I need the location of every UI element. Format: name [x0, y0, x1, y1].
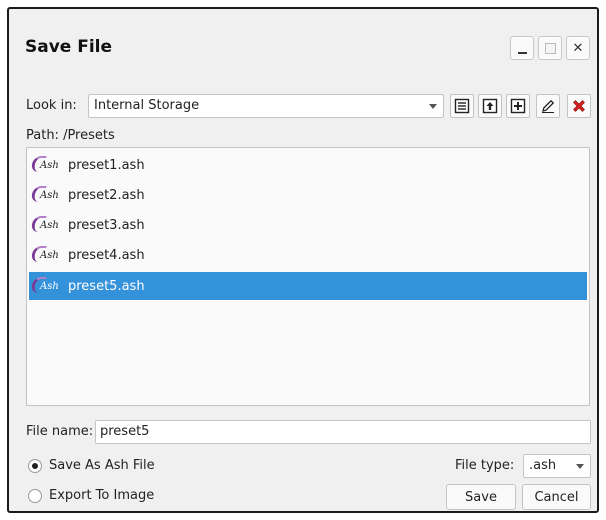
file-type-dropdown[interactable]: .ash	[523, 454, 591, 478]
chevron-down-icon	[429, 104, 437, 109]
file-type-label: File type:	[455, 458, 515, 473]
export-to-image-label[interactable]: Export To Image	[49, 488, 154, 503]
file-name-text: preset1.ash	[68, 157, 145, 173]
minimize-button[interactable]	[510, 36, 534, 60]
rename-button[interactable]	[536, 94, 560, 118]
new-folder-icon	[510, 98, 526, 114]
list-view-icon	[454, 98, 470, 114]
list-view-button[interactable]	[450, 94, 474, 118]
look-in-dropdown[interactable]: Internal Storage	[88, 94, 444, 118]
file-name-text: preset4.ash	[68, 247, 145, 263]
file-name-text: preset5.ash	[68, 278, 145, 294]
maximize-icon	[545, 43, 556, 54]
save-file-dialog: Save File ✕ Look in: Internal Storage Pa…	[7, 7, 599, 513]
file-item-preset2[interactable]: Ash preset2.ash	[29, 181, 587, 209]
ash-file-icon: Ash	[30, 276, 62, 296]
current-path: Path: /Presets	[26, 128, 115, 143]
minimize-icon	[518, 52, 527, 54]
file-list[interactable]: Ash preset1.ash Ash preset2.ash Ash pres…	[26, 147, 590, 406]
file-item-preset3[interactable]: Ash preset3.ash	[29, 211, 587, 239]
close-icon: ✕	[572, 40, 584, 56]
rename-pencil-icon	[542, 99, 555, 113]
save-as-ash-radio[interactable]	[28, 459, 42, 473]
parent-folder-icon	[482, 98, 498, 114]
look-in-label: Look in:	[26, 98, 77, 113]
file-item-preset4[interactable]: Ash preset4.ash	[29, 241, 587, 269]
export-to-image-radio[interactable]	[28, 489, 42, 503]
ash-file-icon: Ash	[30, 155, 62, 175]
file-item-preset5[interactable]: Ash preset5.ash	[29, 272, 587, 300]
delete-icon	[573, 100, 585, 112]
parent-folder-button[interactable]	[478, 94, 502, 118]
cancel-button[interactable]: Cancel	[522, 484, 591, 510]
ash-file-icon: Ash	[30, 245, 62, 265]
file-name-text: preset2.ash	[68, 187, 145, 203]
file-name-input[interactable]: preset5	[95, 420, 591, 444]
look-in-value: Internal Storage	[94, 98, 200, 113]
ash-file-icon: Ash	[30, 215, 62, 235]
maximize-button[interactable]	[538, 36, 562, 60]
delete-button[interactable]	[567, 94, 591, 118]
file-type-value: .ash	[529, 458, 557, 473]
file-name-text: preset3.ash	[68, 217, 145, 233]
new-folder-button[interactable]	[506, 94, 530, 118]
save-as-ash-label[interactable]: Save As Ash File	[49, 458, 155, 473]
chevron-down-icon	[576, 464, 584, 469]
file-name-label: File name:	[26, 424, 94, 439]
close-button[interactable]: ✕	[566, 36, 590, 60]
file-item-preset1[interactable]: Ash preset1.ash	[29, 151, 587, 179]
save-button[interactable]: Save	[446, 484, 516, 510]
ash-file-icon: Ash	[30, 185, 62, 205]
dialog-title: Save File	[25, 37, 113, 57]
